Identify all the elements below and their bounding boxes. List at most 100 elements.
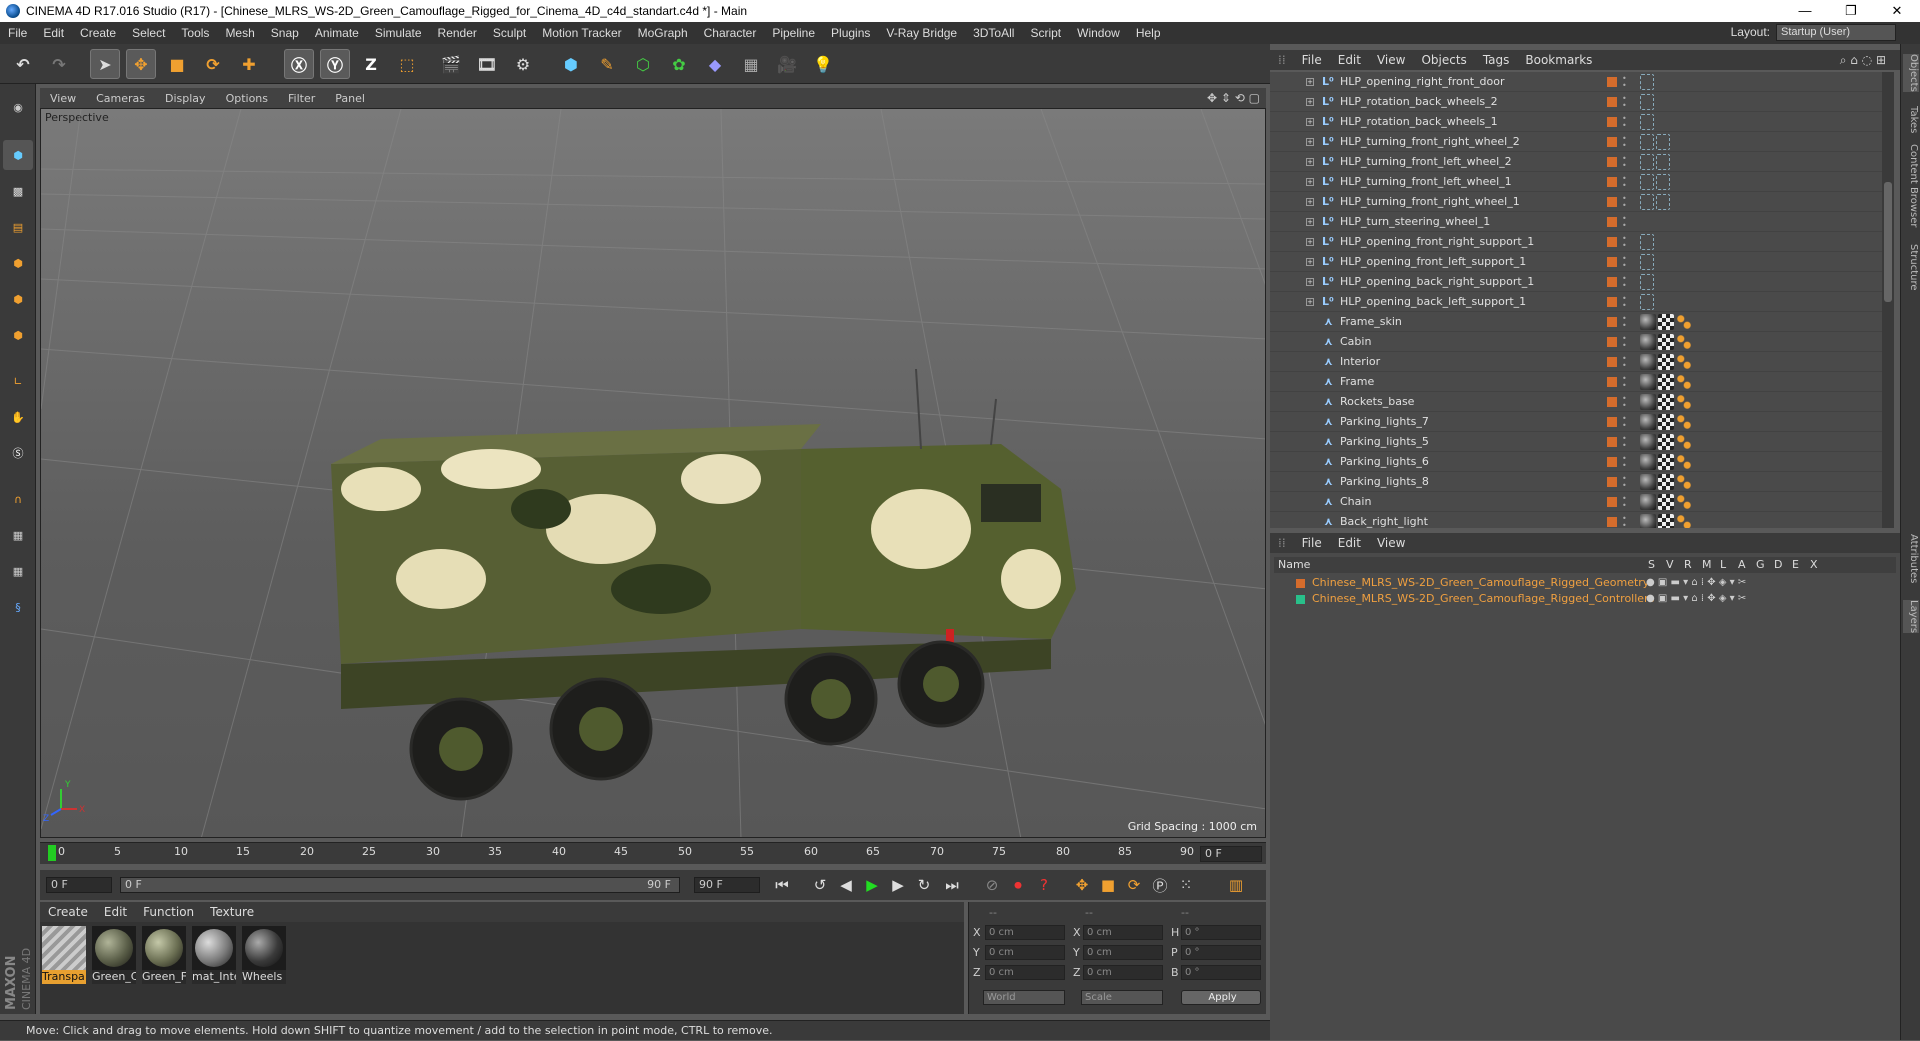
constraint-tag-icon[interactable] [1640, 114, 1654, 130]
visibility-dots[interactable]: • • [1622, 115, 1627, 130]
visibility-dots[interactable]: • • [1622, 175, 1627, 190]
size-x-field[interactable]: 0 cm [1083, 925, 1163, 940]
scale-tool-icon[interactable]: ■ [162, 49, 192, 79]
size-mode-select[interactable]: Scale [1081, 990, 1163, 1005]
weight-tag-icon[interactable] [1676, 454, 1692, 470]
weight-tag-icon[interactable] [1676, 434, 1692, 450]
viewport-menu-display[interactable]: Display [155, 92, 216, 105]
snap-icon[interactable]: Ⓢ [3, 438, 33, 468]
layer-color-indicator[interactable] [1607, 517, 1617, 527]
workplane-grid-icon[interactable]: ▦ [3, 520, 33, 550]
autokey-icon[interactable]: ? [1032, 873, 1056, 897]
redo-icon[interactable]: ↷ [44, 49, 74, 79]
material-swatch[interactable]: Wheels [242, 926, 286, 984]
visibility-dots[interactable]: • • [1622, 435, 1627, 450]
objects-menu-view[interactable]: View [1369, 53, 1413, 67]
magnet-icon[interactable]: ∩ [3, 484, 33, 514]
object-row[interactable]: + L⁰ HLP_rotation_back_wheels_2 • • [1270, 92, 1882, 112]
object-row[interactable]: + L⁰ HLP_turn_steering_wheel_1 • • [1270, 212, 1882, 232]
menu-vray-bridge[interactable]: V-Ray Bridge [878, 26, 965, 40]
weight-tag-icon[interactable] [1676, 334, 1692, 350]
menu-3dtoall[interactable]: 3DToAll [965, 26, 1022, 40]
layer-row[interactable]: Chinese_MLRS_WS-2D_Green_Camouflage_Rigg… [1274, 575, 1896, 591]
camera-icon[interactable]: 🎥 [772, 49, 802, 79]
constraint-tag-icon[interactable] [1640, 174, 1654, 190]
layout-select[interactable]: Startup (User) [1776, 24, 1896, 41]
move-tool-icon[interactable]: ✥ [126, 49, 156, 79]
menu-script[interactable]: Script [1022, 26, 1069, 40]
tab-attributes[interactable]: Attributes [1903, 534, 1919, 583]
rotation-h-field[interactable]: 0 ° [1181, 925, 1261, 940]
material-menu-function[interactable]: Function [135, 905, 202, 919]
viewport-navigation-icons[interactable]: ✥ ⇕ ⟲ ▢ [1207, 91, 1260, 105]
visibility-dots[interactable]: • • [1622, 515, 1627, 529]
coordinate-system-icon[interactable]: ⬚ [392, 49, 422, 79]
model-mode-icon[interactable]: ⬢ [3, 140, 33, 170]
expand-toggle-icon[interactable]: + [1306, 158, 1314, 166]
key-parameter-icon[interactable]: Ⓟ [1148, 873, 1172, 897]
object-row[interactable]: + L⁰ HLP_turning_front_left_wheel_2 • • [1270, 152, 1882, 172]
menu-sculpt[interactable]: Sculpt [485, 26, 534, 40]
menu-file[interactable]: File [0, 26, 35, 40]
tab-takes[interactable]: Takes [1903, 106, 1919, 133]
layer-color-indicator[interactable] [1607, 297, 1617, 307]
polygons-mode-icon[interactable]: ⬢ [3, 320, 33, 350]
next-frame-icon[interactable]: ▶ [886, 873, 910, 897]
cube-primitive-icon[interactable]: ⬢ [556, 49, 586, 79]
visibility-dots[interactable]: • • [1622, 315, 1627, 330]
layer-color-swatch[interactable] [1296, 579, 1305, 588]
key-point-level-icon[interactable]: ⁙ [1174, 873, 1198, 897]
apply-button[interactable]: Apply [1181, 990, 1261, 1005]
expand-toggle-icon[interactable]: + [1306, 238, 1314, 246]
constraint-tag-icon[interactable] [1656, 174, 1670, 190]
constraint-tag-icon[interactable] [1640, 194, 1654, 210]
visibility-dots[interactable]: • • [1622, 455, 1627, 470]
keyframe-icon[interactable]: ⊘ [980, 873, 1004, 897]
expand-toggle-icon[interactable]: + [1306, 198, 1314, 206]
menu-snap[interactable]: Snap [263, 26, 307, 40]
constraint-tag-icon[interactable] [1640, 94, 1654, 110]
expand-toggle-icon[interactable]: + [1306, 258, 1314, 266]
mograph-cloner-icon[interactable]: ✿ [664, 49, 694, 79]
key-rotation-icon[interactable]: ⟳ [1122, 873, 1146, 897]
material-tag-icon[interactable] [1640, 314, 1656, 330]
texture-tag-icon[interactable] [1658, 454, 1674, 470]
size-z-field[interactable]: 0 cm [1083, 965, 1163, 980]
rotation-b-field[interactable]: 0 ° [1181, 965, 1261, 980]
layers-menu-view[interactable]: View [1369, 536, 1413, 550]
layer-color-indicator[interactable] [1607, 197, 1617, 207]
texture-tag-icon[interactable] [1658, 434, 1674, 450]
constraint-tag-icon[interactable] [1656, 134, 1670, 150]
constraint-tag-icon[interactable] [1640, 274, 1654, 290]
texture-tag-icon[interactable] [1658, 314, 1674, 330]
menu-edit[interactable]: Edit [35, 26, 72, 40]
tab-layers[interactable]: Layers [1903, 600, 1919, 634]
menu-motion-tracker[interactable]: Motion Tracker [534, 26, 629, 40]
current-frame-field[interactable]: 0 F [1200, 846, 1262, 862]
tab-content-browser[interactable]: Content Browser [1903, 144, 1919, 227]
close-button[interactable]: ✕ [1874, 0, 1920, 22]
workplane-icon[interactable]: ▤ [3, 212, 33, 242]
object-row[interactable]: ⋏ Back_right_light • • [1270, 512, 1882, 528]
expand-toggle-icon[interactable]: + [1306, 298, 1314, 306]
material-menu-create[interactable]: Create [40, 905, 96, 919]
light-icon[interactable]: 💡 [808, 49, 838, 79]
viewport-menu-options[interactable]: Options [216, 92, 278, 105]
rotate-tool-icon[interactable]: ⟳ [198, 49, 228, 79]
visibility-dots[interactable]: • • [1622, 155, 1627, 170]
weight-tag-icon[interactable] [1676, 354, 1692, 370]
layer-color-indicator[interactable] [1607, 237, 1617, 247]
layer-color-indicator[interactable] [1607, 117, 1617, 127]
weight-tag-icon[interactable] [1676, 374, 1692, 390]
object-row[interactable]: + L⁰ HLP_turning_front_left_wheel_1 • • [1270, 172, 1882, 192]
layer-color-indicator[interactable] [1607, 137, 1617, 147]
weight-tag-icon[interactable] [1676, 474, 1692, 490]
layer-color-swatch[interactable] [1296, 595, 1305, 604]
undo-icon[interactable]: ↶ [8, 49, 38, 79]
visibility-dots[interactable]: • • [1622, 135, 1627, 150]
object-row[interactable]: ⋏ Frame_skin • • [1270, 312, 1882, 332]
expand-toggle-icon[interactable]: + [1306, 98, 1314, 106]
edges-mode-icon[interactable]: ⬢ [3, 284, 33, 314]
timeline-window-icon[interactable]: ▥ [1224, 873, 1248, 897]
weight-tag-icon[interactable] [1676, 414, 1692, 430]
